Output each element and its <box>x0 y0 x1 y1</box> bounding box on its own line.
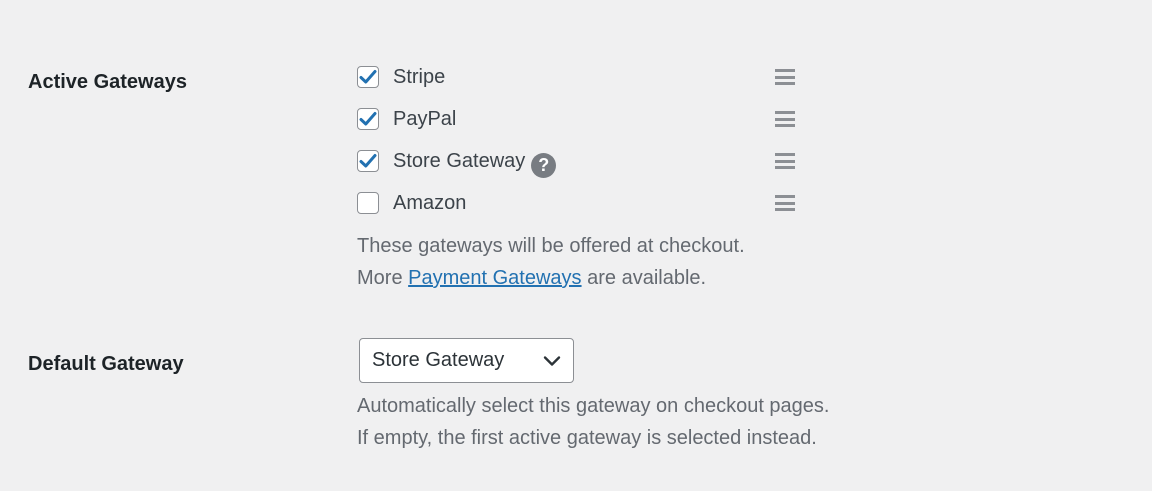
drag-handle-icon[interactable] <box>775 111 795 127</box>
default-gateway-select[interactable]: Store Gateway <box>359 338 574 383</box>
drag-handle-icon[interactable] <box>775 195 795 211</box>
gateway-label-paypal: PayPal <box>393 108 457 130</box>
default-description-line-1: Automatically select this gateway on che… <box>357 395 830 417</box>
active-gateways-label: Active Gateways <box>28 71 187 93</box>
drag-handle-icon[interactable] <box>775 69 795 85</box>
checkmark-icon <box>359 70 377 84</box>
default-gateway-label: Default Gateway <box>28 353 184 375</box>
gateway-list: Stripe PayPal Store Gateway ? Amazon <box>357 56 817 224</box>
default-description-line-2: If empty, the first active gateway is se… <box>357 427 817 449</box>
checkmark-icon <box>359 112 377 126</box>
gateway-label-stripe: Stripe <box>393 66 446 88</box>
gateway-label-store-gateway: Store Gateway <box>393 150 526 172</box>
gateway-item-paypal: PayPal <box>357 98 817 140</box>
drag-handle-icon[interactable] <box>775 153 795 169</box>
description-line-2: More Payment Gateways are available. <box>357 262 745 294</box>
gateway-item-stripe: Stripe <box>357 56 817 98</box>
gateway-checkbox-store-gateway[interactable] <box>357 150 379 172</box>
gateway-checkbox-stripe[interactable] <box>357 66 379 88</box>
description-suffix: are available. <box>587 267 707 289</box>
payment-gateways-link[interactable]: Payment Gateways <box>408 267 581 289</box>
gateway-item-store-gateway: Store Gateway ? <box>357 140 817 182</box>
gateway-checkbox-paypal[interactable] <box>357 108 379 130</box>
checkmark-icon <box>359 154 377 168</box>
question-mark-icon[interactable]: ? <box>531 152 557 178</box>
gateway-checkbox-amazon[interactable] <box>357 192 379 214</box>
default-gateway-description: Automatically select this gateway on che… <box>357 390 829 454</box>
select-value: Store Gateway <box>372 349 505 371</box>
active-gateways-description: These gateways will be offered at checko… <box>357 230 745 294</box>
description-line-1: These gateways will be offered at checko… <box>357 235 745 257</box>
gateway-label-amazon: Amazon <box>393 192 467 214</box>
description-prefix: More <box>357 267 403 289</box>
gateway-item-amazon: Amazon <box>357 182 817 224</box>
chevron-down-icon <box>543 355 561 366</box>
